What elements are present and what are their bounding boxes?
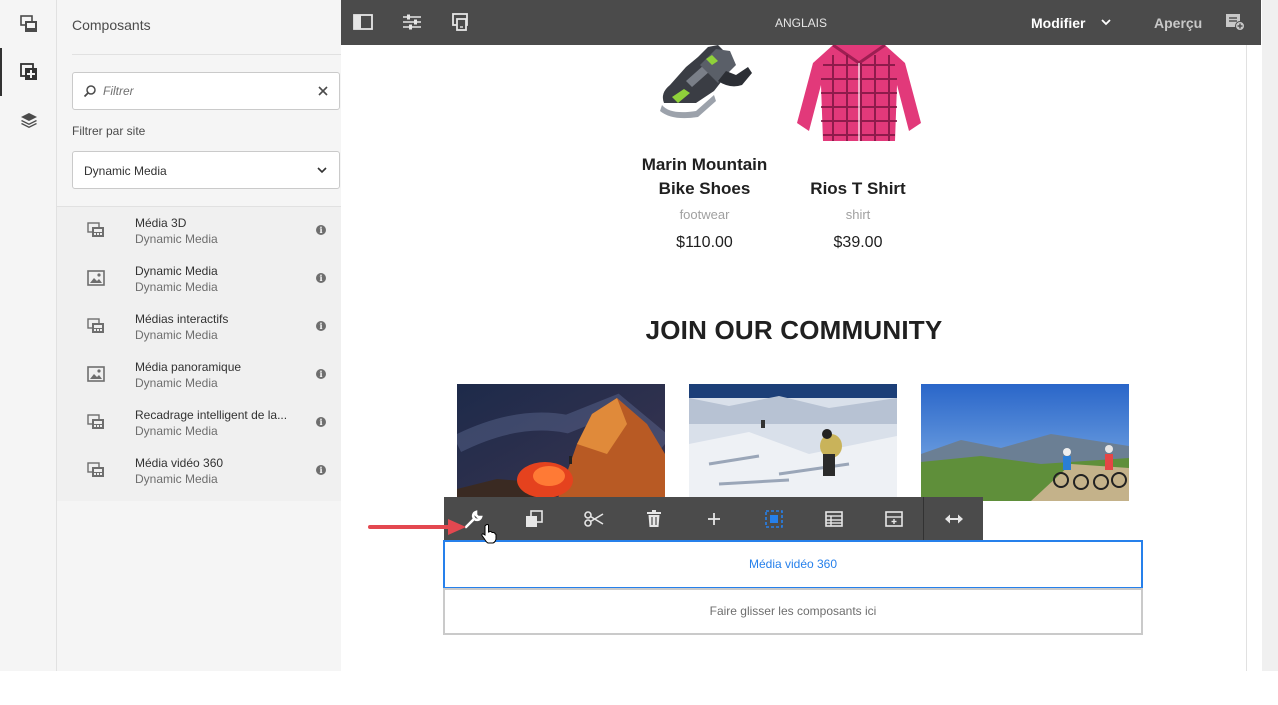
info-icon[interactable]: i <box>316 465 326 475</box>
component-name: Dynamic Media <box>135 264 218 278</box>
product-name: Marin Mountain Bike Shoes <box>641 155 768 198</box>
arrow-icon <box>368 519 466 535</box>
add-icon <box>708 513 720 525</box>
product-price: $39.00 <box>833 234 883 251</box>
list-item[interactable]: Média 3D Dynamic Media i <box>57 207 341 255</box>
list-item[interactable]: Média panoramique Dynamic Media i <box>57 351 341 399</box>
selected-component[interactable]: Média vidéo 360 <box>443 540 1143 589</box>
components-icon <box>19 63 37 80</box>
filter-input[interactable] <box>103 81 303 101</box>
select-parent-button[interactable] <box>744 497 804 541</box>
drop-zone[interactable]: Faire glisser les composants ici <box>443 588 1143 635</box>
divider <box>72 54 341 55</box>
mode-selector[interactable]: Modifier <box>1031 15 1085 31</box>
film-icon <box>87 318 105 339</box>
assets-icon <box>19 15 37 32</box>
film-icon <box>87 222 105 243</box>
drop-zone-label: Faire glisser les composants ici <box>709 604 877 618</box>
copy-icon <box>526 510 543 527</box>
hand-cursor-icon <box>481 524 497 544</box>
component-group: Dynamic Media <box>135 376 218 390</box>
info-icon[interactable]: i <box>316 273 326 283</box>
product-price: $110.00 <box>676 234 733 251</box>
component-toolbar <box>444 497 983 541</box>
content-tree-rail-button[interactable] <box>0 96 57 144</box>
component-group: Dynamic Media <box>135 232 218 246</box>
list-item[interactable]: Médias interactifs Dynamic Media i <box>57 303 341 351</box>
editor-toolbar: ANGLAIS Modifier Aperçu <box>341 0 1261 45</box>
clear-icon[interactable] <box>317 85 329 97</box>
info-icon[interactable]: i <box>316 321 326 331</box>
component-name: Média panoramique <box>135 360 242 374</box>
scrollbar[interactable] <box>1262 0 1278 671</box>
component-group: Dynamic Media <box>135 328 218 342</box>
list-item[interactable]: Dynamic Media Dynamic Media i <box>57 255 341 303</box>
cut-button[interactable] <box>564 497 624 541</box>
group-icon <box>885 511 903 527</box>
language-label: ANGLAIS <box>774 16 828 30</box>
filter-field[interactable] <box>72 72 340 110</box>
arrows-horizontal-icon <box>945 514 963 524</box>
scissors-icon <box>584 511 604 527</box>
product-card[interactable]: Rios T Shirt shirt $39.00 <box>783 177 933 252</box>
components-list: Média 3D Dynamic Media i Dynamic Media Dynam… <box>57 207 341 501</box>
info-icon[interactable]: i <box>316 417 326 427</box>
delete-button[interactable] <box>624 497 684 541</box>
component-name: Média vidéo 360 <box>135 456 224 470</box>
component-name: Recadrage intelligent de la... <box>135 408 288 422</box>
product-image-shirt <box>797 45 921 141</box>
search-icon <box>83 85 96 98</box>
product-category: footwear <box>679 207 730 222</box>
list-item[interactable]: Recadrage intelligent de la... Dynamic Me… <box>57 399 341 447</box>
chevron-down-icon[interactable] <box>1101 18 1111 26</box>
side-rail <box>0 0 57 671</box>
copy-button[interactable] <box>504 497 564 541</box>
preview-button[interactable]: Aperçu <box>1154 15 1202 31</box>
components-rail-button[interactable] <box>0 48 57 96</box>
section-heading: JOIN OUR COMMUNITY <box>645 315 943 345</box>
info-icon[interactable]: i <box>316 369 326 379</box>
community-photo-camping <box>457 384 665 501</box>
chevron-down-icon <box>317 167 327 174</box>
resize-button[interactable] <box>924 497 984 541</box>
community-photo-biking <box>921 384 1129 501</box>
site-filter-label: Filtrer par site <box>72 124 146 138</box>
image-icon <box>87 366 105 387</box>
product-name: Rios T Shirt <box>810 179 906 198</box>
annotations-icon[interactable] <box>1225 13 1245 31</box>
film-icon <box>87 462 105 483</box>
components-panel: Composants Filtrer par site Dynamic Medi… <box>57 0 341 671</box>
info-icon[interactable]: i <box>316 225 326 235</box>
component-group: Dynamic Media <box>135 424 218 438</box>
product-card[interactable]: Marin Mountain Bike Shoes footwear $110.… <box>626 153 783 252</box>
film-icon <box>87 414 105 435</box>
community-photo-glacier <box>689 384 897 501</box>
panel-title: Composants <box>72 17 151 33</box>
list-item[interactable]: Média vidéo 360 Dynamic Media i <box>57 447 341 495</box>
trash-icon <box>647 510 661 527</box>
site-filter-value: Dynamic Media <box>84 164 167 178</box>
content-tree-icon <box>20 113 37 128</box>
layout-icon <box>825 511 843 527</box>
layout-button[interactable] <box>804 497 864 541</box>
group-button[interactable] <box>864 497 924 541</box>
component-name: Médias interactifs <box>135 312 229 326</box>
select-parent-icon <box>765 510 783 528</box>
assets-rail-button[interactable] <box>0 0 57 48</box>
component-group: Dynamic Media <box>135 472 218 486</box>
product-category: shirt <box>845 207 871 222</box>
selected-component-label: Média vidéo 360 <box>748 557 838 571</box>
component-group: Dynamic Media <box>135 280 218 294</box>
product-image-shoes <box>660 45 752 119</box>
image-icon <box>87 270 105 291</box>
component-name: Média 3D <box>135 216 187 230</box>
insert-button[interactable] <box>684 497 744 541</box>
app-window: Composants Filtrer par site Dynamic Medi… <box>0 0 1278 705</box>
site-filter-select[interactable]: Dynamic Media <box>72 151 340 189</box>
